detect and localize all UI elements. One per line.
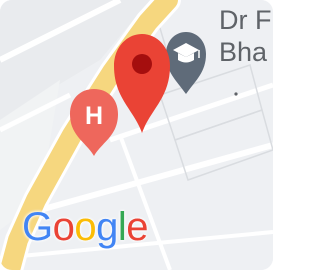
google-logo-letter: e [126,205,149,249]
google-logo-letter: o [74,205,97,249]
google-logo-letter: g [96,205,118,249]
google-logo: Google [22,203,149,251]
poi-label[interactable]: Dr F Bha [219,4,271,68]
map-dot [234,92,238,96]
map-thumbnail[interactable]: H Dr F Bha Google [0,0,273,270]
google-logo-letter: G [22,205,53,249]
pin-center-dot [132,54,152,74]
poi-label-line-2: Bha [219,37,268,67]
google-logo-letter: l [117,205,127,249]
google-logo-letter: o [52,205,75,249]
hospital-marker-letter: H [85,102,103,130]
poi-label-line-1: Dr F [219,5,272,35]
